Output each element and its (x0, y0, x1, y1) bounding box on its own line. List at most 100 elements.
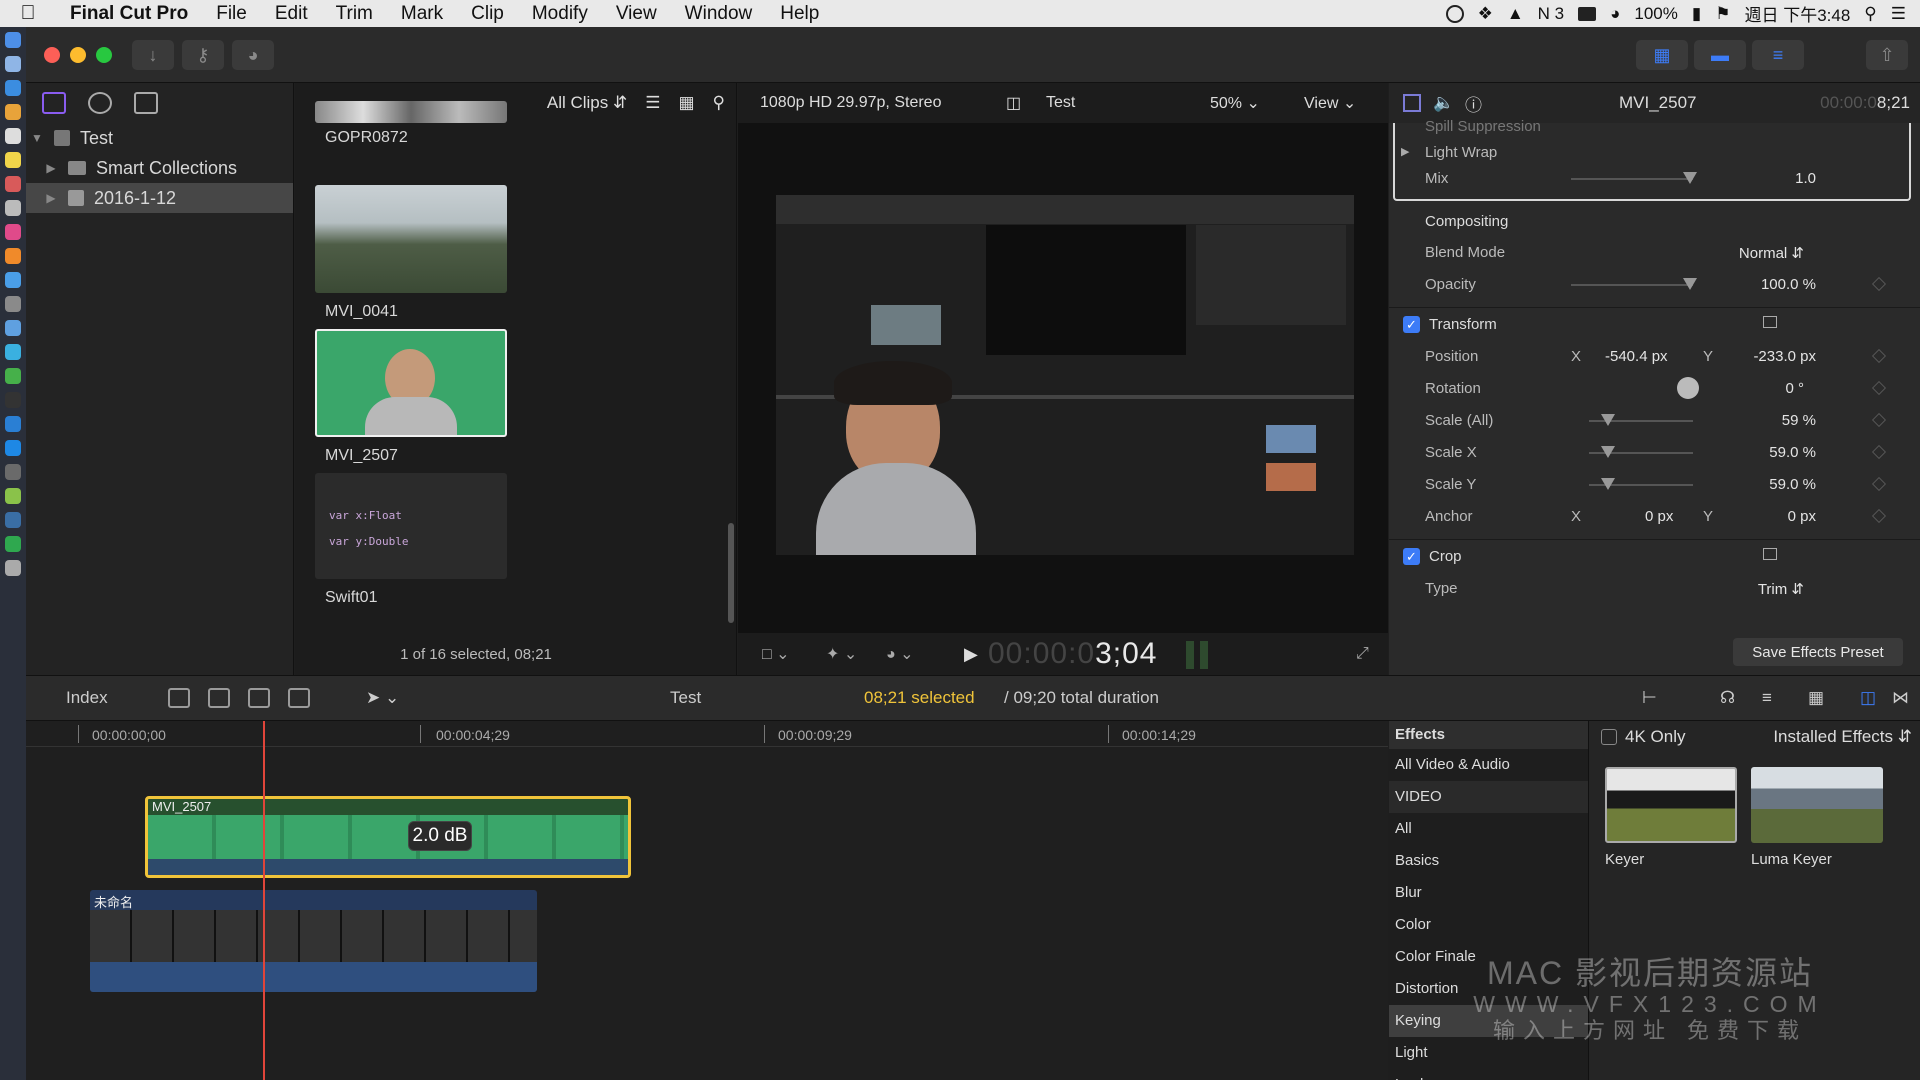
opacity-value[interactable]: 100.0 % (1761, 276, 1816, 293)
dock-calendar-icon[interactable] (5, 128, 21, 144)
select-tool-icon[interactable]: ➤ ⌄ (366, 688, 399, 708)
transform-tool-icon[interactable]: ✦ ⌄ (826, 644, 857, 664)
effect-luma-keyer-thumbnail[interactable] (1751, 767, 1883, 843)
effects-category-basics[interactable]: Basics (1389, 845, 1588, 877)
dock-safari-icon[interactable] (5, 80, 21, 96)
effects-category-video[interactable]: VIDEO (1389, 781, 1588, 813)
scale-all-value[interactable]: 59 % (1782, 412, 1816, 429)
crop-checkbox[interactable]: ✓ (1403, 548, 1420, 565)
dock-xcode-icon[interactable] (5, 440, 21, 456)
video-inspector-icon[interactable] (1403, 94, 1421, 112)
transform-checkbox[interactable]: ✓ (1403, 316, 1420, 333)
library-test[interactable]: ▼ Test (26, 123, 293, 153)
clip-mvi-0041[interactable]: MVI_0041 (315, 185, 507, 321)
all-clips-dropdown[interactable]: All Clips ⇵ (547, 93, 627, 113)
installed-effects-dropdown[interactable]: Installed Effects ⇵ (1773, 727, 1912, 747)
notification-center-icon[interactable]: ☰ (1891, 4, 1906, 24)
menu-view[interactable]: View (602, 3, 671, 25)
crop-section[interactable]: ✓ Crop (1389, 539, 1920, 573)
dock-terminal-icon[interactable] (5, 392, 21, 408)
dock-mail-icon[interactable] (5, 320, 21, 336)
dock-itunes-icon[interactable] (5, 224, 21, 240)
timeline[interactable]: 00:00:00;00 00:00:04;29 00:00:09;29 00:0… (26, 721, 1388, 1080)
keyframe-icon[interactable] (1871, 508, 1887, 524)
menu-trim[interactable]: Trim (322, 3, 387, 25)
anchor-y-value[interactable]: 0 px (1788, 508, 1816, 525)
flag-icon[interactable]: ⚑ (1715, 4, 1730, 24)
keyframe-icon[interactable] (1871, 444, 1887, 460)
position-x-value[interactable]: -540.4 px (1605, 348, 1668, 365)
import-button[interactable]: ↓ (132, 40, 174, 70)
transform-section[interactable]: ✓ Transform (1389, 307, 1920, 341)
append-clip-icon[interactable] (248, 688, 270, 708)
share-button[interactable]: ⇧ (1866, 40, 1908, 70)
clip-gopr0872[interactable]: GOPR0872 (315, 101, 507, 147)
apple-menu-icon[interactable]:  (0, 2, 56, 25)
connect-clip-icon[interactable] (168, 688, 190, 708)
menu-clip[interactable]: Clip (457, 3, 518, 25)
dock-appstore-icon[interactable] (5, 272, 21, 288)
dock-maps-icon[interactable] (5, 368, 21, 384)
zoom-window-button[interactable] (96, 47, 112, 63)
dock-trash-icon[interactable] (5, 560, 21, 576)
dock-ibooks-icon[interactable] (5, 248, 21, 264)
speed-icon[interactable]: ◕ ⌄ (886, 644, 914, 664)
scale-all-slider[interactable] (1589, 414, 1693, 426)
audio-inspector-icon[interactable]: 🔈 (1433, 93, 1454, 113)
effects-browser-icon[interactable]: ◫ (1860, 688, 1876, 708)
snapping-icon[interactable]: ≡ (1762, 688, 1772, 708)
scale-y-slider[interactable] (1589, 478, 1693, 490)
slider-knob[interactable] (1601, 446, 1615, 458)
headphones-icon[interactable]: ☊ (1720, 688, 1735, 708)
slider-knob[interactable] (1601, 478, 1615, 490)
compositing-section[interactable]: Compositing (1389, 205, 1920, 239)
onscreen-control-icon[interactable] (1763, 548, 1777, 560)
effects-category-all[interactable]: All (1389, 813, 1588, 845)
clip-swift01[interactable]: var x:Float var y:Double Swift01 (315, 473, 507, 607)
disclosure-open-icon[interactable]: ▼ (26, 131, 48, 145)
menu-app[interactable]: Final Cut Pro (56, 3, 202, 25)
scale-x-slider[interactable] (1589, 446, 1693, 458)
rotation-dial[interactable] (1677, 377, 1699, 399)
display-icon[interactable] (1578, 6, 1597, 21)
effects-category-blur[interactable]: Blur (1389, 877, 1588, 909)
keyframe-icon[interactable] (1871, 476, 1887, 492)
position-y-value[interactable]: -233.0 px (1753, 348, 1816, 365)
search-icon[interactable]: ⚲ (713, 93, 725, 113)
dock-finder-icon[interactable] (5, 32, 21, 48)
dock-preview-icon[interactable] (5, 200, 21, 216)
dock-prefs-icon[interactable] (5, 296, 21, 312)
effect-keyer-thumbnail[interactable] (1605, 767, 1737, 843)
effects-category-looks[interactable]: Looks (1389, 1069, 1588, 1080)
dock-notes-icon[interactable] (5, 152, 21, 168)
dock-app-icon[interactable] (5, 512, 21, 528)
overwrite-clip-icon[interactable] (288, 688, 310, 708)
scale-x-value[interactable]: 59.0 % (1769, 444, 1816, 461)
menu-help[interactable]: Help (766, 3, 833, 25)
timeline-index-button[interactable]: Index (66, 688, 108, 708)
viewer-canvas[interactable] (776, 195, 1354, 555)
slider-knob[interactable] (1683, 278, 1697, 290)
save-effects-preset-button[interactable]: Save Effects Preset (1733, 638, 1903, 666)
dock-photos-icon[interactable] (5, 176, 21, 192)
menu-window[interactable]: Window (671, 3, 767, 25)
view-dropdown[interactable]: View ⌄ (1304, 93, 1356, 113)
filmstrip-icon[interactable]: ▦ (678, 93, 694, 113)
menu-mark[interactable]: Mark (387, 3, 457, 25)
browser-toggle-button[interactable]: ▦ (1636, 40, 1688, 70)
titles-generators-icon[interactable] (134, 92, 158, 114)
disclosure-closed-icon[interactable]: ▶ (40, 191, 62, 205)
opacity-slider[interactable] (1571, 278, 1697, 290)
battery-icon[interactable]: ▮ (1692, 4, 1701, 24)
playhead[interactable] (263, 721, 265, 1080)
4k-only-checkbox[interactable] (1601, 729, 1617, 745)
effects-category-color[interactable]: Color (1389, 909, 1588, 941)
blend-mode-popup[interactable]: Normal ⇵ (1739, 244, 1804, 262)
crop-tool-icon[interactable]: □ ⌄ (762, 644, 790, 664)
scale-y-value[interactable]: 59.0 % (1769, 476, 1816, 493)
disclosure-closed-icon[interactable]: ▶ (40, 161, 62, 175)
keyframe-icon[interactable] (1871, 348, 1887, 364)
record-icon[interactable] (1445, 4, 1464, 23)
spotlight-icon[interactable]: ⚲ (1864, 4, 1876, 24)
sidebar-item-event[interactable]: ▶ 2016-1-12 (26, 183, 293, 213)
